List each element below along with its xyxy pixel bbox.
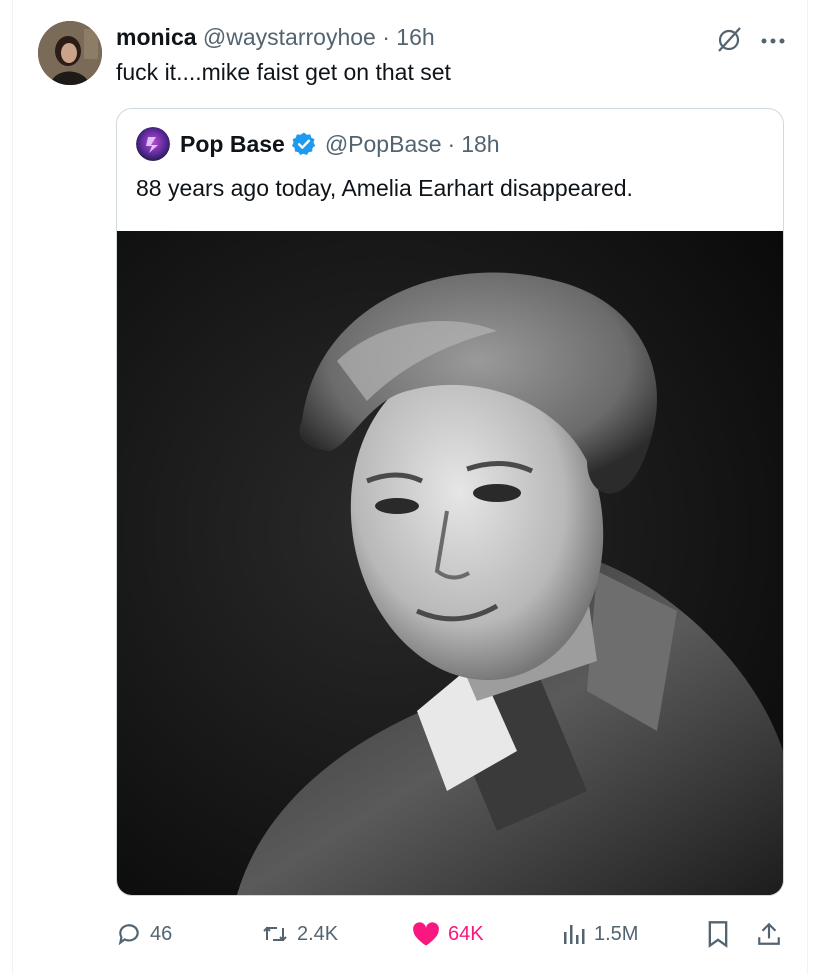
tweet-action-bar: 46 2.4K 64K 1.5M (116, 916, 784, 952)
tweet-top-actions (714, 24, 786, 59)
quoted-separator: · (447, 131, 456, 157)
views-button[interactable]: 1.5M (562, 916, 638, 952)
repost-count: 2.4K (297, 922, 339, 945)
like-button[interactable]: 64K (412, 916, 484, 952)
quoted-header: Pop Base @PopBase · 18h (180, 129, 500, 159)
quoted-photo[interactable] (117, 231, 783, 895)
share-icon (758, 922, 780, 945)
reply-count: 46 (150, 922, 173, 945)
more-icon[interactable] (760, 33, 786, 51)
tweet-text: fuck it....mike faist get on that set (116, 59, 451, 85)
heart-icon (413, 922, 439, 946)
grok-icon[interactable] (714, 24, 744, 59)
timestamp[interactable]: 16h (396, 24, 434, 50)
quoted-tweet[interactable]: Pop Base @PopBase · 18h 88 years ago tod… (116, 108, 784, 896)
views-icon (564, 925, 585, 944)
repost-button[interactable]: 2.4K (261, 916, 338, 952)
view-count: 1.5M (594, 922, 639, 945)
quoted-display-name[interactable]: Pop Base (180, 129, 285, 159)
display-name[interactable]: monica (116, 24, 197, 50)
bookmark-button[interactable] (706, 916, 730, 952)
avatar[interactable] (38, 21, 102, 85)
like-count: 64K (448, 922, 484, 945)
repost-icon (263, 926, 287, 942)
quoted-text: 88 years ago today, Amelia Earhart disap… (136, 175, 633, 201)
separator: · (382, 24, 390, 50)
quoted-handle[interactable]: @PopBase (325, 129, 442, 159)
handle[interactable]: @waystarroyhoe (203, 24, 376, 50)
bookmark-icon (708, 921, 728, 948)
quoted-avatar[interactable] (136, 127, 170, 161)
share-button[interactable] (756, 916, 782, 952)
reply-icon (118, 924, 139, 946)
quoted-timestamp[interactable]: 18h (461, 129, 499, 159)
tweet-header: monica @waystarroyhoe · 16h (116, 22, 435, 52)
reply-button[interactable]: 46 (116, 916, 172, 952)
verified-icon (291, 131, 317, 157)
